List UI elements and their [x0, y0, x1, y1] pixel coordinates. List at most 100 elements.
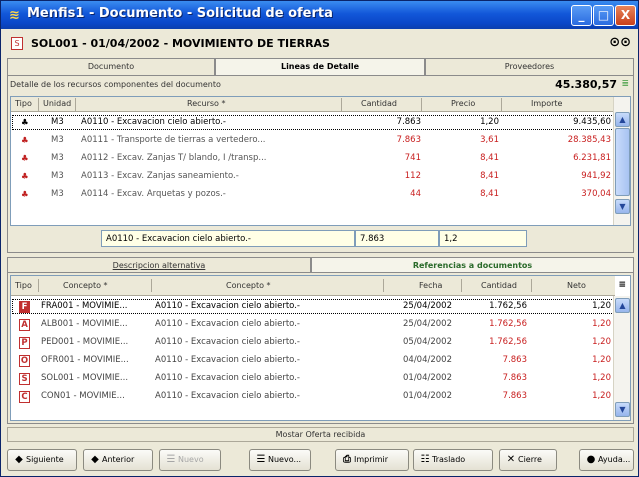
cell-fecha: 25/04/2002 [403, 301, 452, 311]
maximize-button[interactable]: □ [593, 5, 614, 26]
transfer-icon: ☷ [420, 454, 430, 465]
resource-type-icon: ♣ [21, 118, 29, 128]
table-row[interactable]: ♣ M3 A0111 - Transporte de tierras a ver… [11, 132, 615, 149]
cell-cantidad: 1.762,56 [489, 337, 527, 347]
precio-edit-field[interactable]: 1,2 [439, 230, 527, 247]
cell-fecha: 04/04/2002 [403, 355, 452, 365]
title-bar[interactable]: ≋ Menfis1 - Documento - Solicitud de ofe… [1, 1, 638, 29]
cell-doc: FRA001 - MOVIMIE... [41, 301, 128, 311]
col-concepto-doc[interactable]: Concepto * [63, 281, 108, 290]
table-row[interactable]: C CON01 - MOVIMIE... A0110 - Excavacion … [11, 388, 615, 405]
cell-neto: 1,20 [592, 301, 611, 311]
col-cantidad[interactable]: Cantidad [361, 99, 397, 108]
tab-documento[interactable]: Documento [7, 58, 215, 75]
cell-doc: OFR001 - MOVIMIE... [41, 355, 129, 365]
table-row[interactable]: S SOL001 - MOVIMIE... A0110 - Excavacion… [11, 370, 615, 387]
window-title: Menfis1 - Documento - Solicitud de ofert… [27, 6, 333, 21]
scroll-thumb[interactable] [615, 128, 630, 196]
help-icon: ● [586, 454, 596, 465]
table-row[interactable]: ♣ M3 A0110 - Excavacion cielo abierto.- … [11, 114, 615, 131]
close-button[interactable]: X [615, 5, 636, 26]
table-row[interactable]: ♣ M3 A0114 - Excav. Arquetas y pozos.- 4… [11, 186, 615, 203]
cell-concepto: A0110 - Excavacion cielo abierto.- [155, 355, 300, 365]
col-cantidad[interactable]: Cantidad [481, 281, 517, 290]
detail-grid: Tipo Unidad Recurso * Cantidad Precio Im… [10, 96, 631, 226]
app-icon: ≋ [9, 8, 20, 23]
traslado-button[interactable]: ☷ Traslado [413, 449, 493, 471]
cell-importe: 6.231,81 [573, 153, 611, 163]
col-tipo[interactable]: Tipo [15, 99, 32, 108]
cell-precio: 8,41 [480, 153, 499, 163]
cell-cantidad: 7.863 [502, 373, 527, 383]
order-icon: P [19, 337, 30, 349]
col-precio[interactable]: Precio [451, 99, 475, 108]
cell-neto: 1,20 [592, 373, 611, 383]
cell-importe: 941,92 [581, 171, 611, 181]
cell-doc: CON01 - MOVIMIE... [41, 391, 125, 401]
recurso-edit-field[interactable]: A0110 - Excavacion cielo abierto.- [101, 230, 355, 247]
cell-recurso: A0110 - Excavacion cielo abierto.- [81, 117, 226, 127]
cell-neto: 1,20 [592, 391, 611, 401]
table-row[interactable]: F FRA001 - MOVIMIE... A0110 - Excavacion… [11, 298, 615, 315]
resource-type-icon: ♣ [21, 190, 29, 200]
col-fecha[interactable]: Fecha [419, 281, 442, 290]
nuevo-disabled-label: Nuevo [178, 455, 204, 464]
cell-cantidad: 1.762,56 [489, 319, 527, 329]
col-unidad[interactable]: Unidad [43, 99, 71, 108]
cell-precio: 3,61 [480, 135, 499, 145]
col-concepto[interactable]: Concepto * [226, 281, 271, 290]
references-grid-header: Tipo Concepto * Concepto * Fecha Cantida… [11, 276, 615, 296]
cell-cantidad: 7.863 [502, 355, 527, 365]
cell-unidad: M3 [51, 153, 64, 163]
tab-proveedores[interactable]: Proveedores [425, 58, 634, 75]
table-row[interactable]: O OFR001 - MOVIMIE... A0110 - Excavacion… [11, 352, 615, 369]
col-tipo[interactable]: Tipo [15, 281, 32, 290]
ayuda-label: Ayuda... [598, 455, 631, 464]
offer-icon: O [19, 355, 30, 367]
scroll-down-button[interactable]: ▼ [615, 402, 630, 417]
cell-cantidad: 112 [404, 171, 421, 181]
cell-fecha: 01/04/2002 [403, 391, 452, 401]
column-chooser-icon[interactable]: ≡ [618, 280, 626, 290]
tab-lineas-de-detalle[interactable]: Lineas de Detalle [215, 58, 425, 76]
table-row[interactable]: P PED001 - MOVIMIE... A0110 - Excavacion… [11, 334, 615, 351]
new-document-icon: ☰ [256, 454, 266, 465]
col-importe[interactable]: Importe [531, 99, 562, 108]
table-row[interactable]: A ALB001 - MOVIMIE... A0110 - Excavacion… [11, 316, 615, 333]
cell-precio: 8,41 [480, 171, 499, 181]
minimize-button[interactable]: _ [571, 5, 592, 26]
cantidad-edit-field[interactable]: 7.863 [355, 230, 439, 247]
nuevo-disabled-button[interactable]: ☰ Nuevo [159, 449, 221, 471]
cell-cantidad: 741 [404, 153, 421, 163]
references-scrollbar[interactable]: ▲ ▼ [613, 296, 630, 420]
table-row[interactable]: ♣ M3 A0113 - Excav. Zanjas saneamiento.-… [11, 168, 615, 185]
ayuda-button[interactable]: ● Ayuda... [579, 449, 634, 471]
contract-icon: C [19, 391, 30, 403]
cell-recurso: A0114 - Excav. Arquetas y pozos.- [81, 189, 226, 199]
detail-panel: Detalle de los recursos componentes del … [7, 75, 634, 253]
scroll-up-button[interactable]: ▲ [615, 298, 630, 313]
col-neto[interactable]: Neto [567, 281, 586, 290]
col-recurso[interactable]: Recurso * [187, 99, 225, 108]
cierre-button[interactable]: ✕ Cierre [499, 449, 557, 471]
scroll-up-button[interactable]: ▲ [615, 112, 630, 127]
cell-fecha: 05/04/2002 [403, 337, 452, 347]
detail-caption: Detalle de los recursos componentes del … [10, 80, 221, 89]
detail-grid-header: Tipo Unidad Recurso * Cantidad Precio Im… [11, 97, 615, 112]
cell-concepto: A0110 - Excavacion cielo abierto.- [155, 301, 300, 311]
cell-recurso: A0111 - Transporte de tierras a verteder… [81, 135, 266, 145]
show-offer-button[interactable]: Mostar Oferta recibida [7, 427, 634, 442]
siguiente-button[interactable]: ◆ Siguiente [7, 449, 77, 471]
binoculars-icon[interactable]: ⊙⊙ [609, 35, 631, 50]
cell-concepto: A0110 - Excavacion cielo abierto.- [155, 391, 300, 401]
cell-importe: 28.385,43 [567, 135, 611, 145]
new-record-icon: ☰ [166, 454, 176, 465]
scroll-down-button[interactable]: ▼ [615, 199, 630, 214]
request-icon: S [19, 373, 30, 385]
imprimir-button[interactable]: ⎙ Imprimir [335, 449, 409, 471]
anterior-button[interactable]: ◆ Anterior [83, 449, 153, 471]
references-grid: Tipo Concepto * Concepto * Fecha Cantida… [10, 275, 631, 421]
nuevo-button[interactable]: ☰ Nuevo... [249, 449, 311, 471]
detail-scrollbar[interactable]: ▲ ▼ [613, 97, 630, 225]
table-row[interactable]: ♣ M3 A0112 - Excav. Zanjas T/ blando, I … [11, 150, 615, 167]
